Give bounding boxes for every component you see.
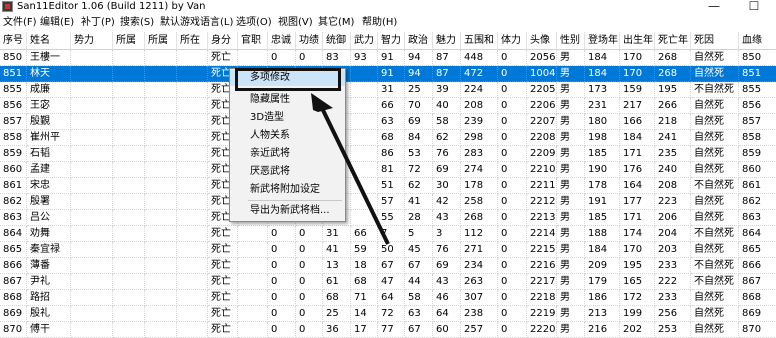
annotation-arrow-icon	[311, 93, 390, 245]
